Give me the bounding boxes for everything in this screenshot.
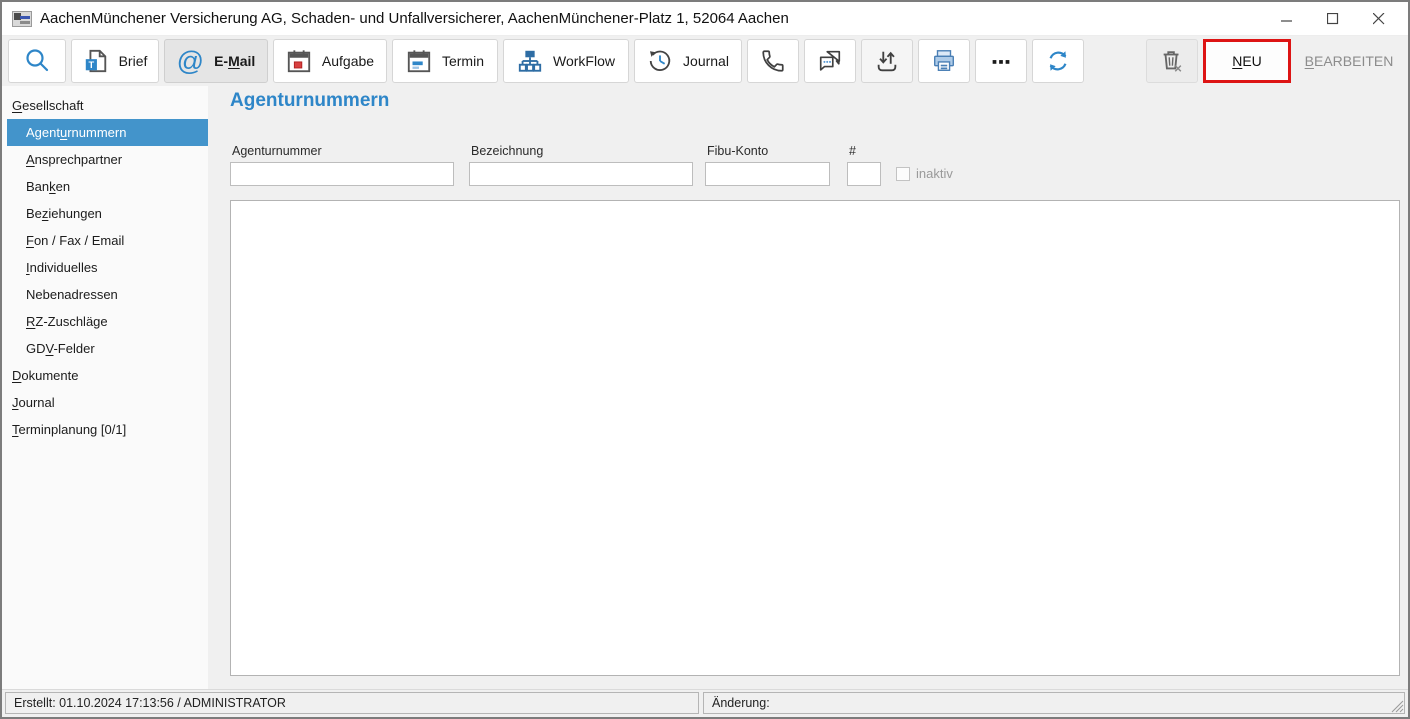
neu-button[interactable]: NEU (1203, 39, 1291, 83)
import-export-button[interactable] (861, 39, 913, 83)
workflow-icon (517, 48, 543, 74)
status-created: Erstellt: 01.10.2024 17:13:56 / ADMINIST… (5, 692, 699, 714)
sidebar-item-beziehungen[interactable]: Beziehungen (7, 200, 208, 227)
workflow-label: WorkFlow (553, 53, 615, 69)
bearbeiten-button[interactable]: BEARBEITEN (1296, 39, 1402, 83)
more-options-button[interactable] (975, 39, 1027, 83)
sidebar-item-banken[interactable]: Banken (7, 173, 208, 200)
sidebar-item-ansprechpartner[interactable]: Ansprechpartner (7, 146, 208, 173)
brief-button[interactable]: T Brief (71, 39, 159, 83)
close-button[interactable] (1356, 4, 1402, 34)
brief-label: Brief (119, 53, 148, 69)
sidebar-item-dokumente[interactable]: Dokumente (7, 362, 208, 389)
aufgabe-label: Aufgabe (322, 53, 374, 69)
minimize-icon (1281, 13, 1293, 25)
inaktiv-checkbox[interactable] (896, 167, 910, 181)
sidebar-item-gdv-felder[interactable]: GDV-Felder (7, 335, 208, 362)
journal-history-icon (647, 48, 673, 74)
fibu-konto-input[interactable] (705, 162, 830, 186)
status-bar: Erstellt: 01.10.2024 17:13:56 / ADMINIST… (2, 689, 1408, 717)
phone-button[interactable] (747, 39, 799, 83)
status-change: Änderung: (703, 692, 1405, 714)
sidebar-item-agenturnummern[interactable]: Agenturnummern (7, 119, 208, 146)
agenturnummern-list-panel[interactable] (230, 200, 1400, 676)
bezeichnung-label: Bezeichnung (471, 144, 543, 158)
email-button[interactable]: @ E-Mail (164, 39, 268, 83)
window-title: AachenMünchener Versicherung AG, Schaden… (40, 10, 789, 27)
delete-button[interactable] (1146, 39, 1198, 83)
nummer-input[interactable] (847, 162, 881, 186)
refresh-icon (1045, 48, 1071, 74)
fibu-konto-label: Fibu-Konto (707, 144, 768, 158)
appointment-calendar-icon (406, 48, 432, 74)
toolbar: T Brief @ E-Mail Aufgabe (2, 36, 1408, 86)
close-icon (1373, 13, 1385, 25)
letter-document-icon: T (83, 48, 109, 74)
delete-trash-icon (1159, 48, 1185, 74)
search-button[interactable] (8, 39, 66, 83)
bezeichnung-input[interactable] (469, 162, 693, 186)
aufgabe-button[interactable]: Aufgabe (273, 39, 387, 83)
sidebar-item-terminplanung[interactable]: Terminplanung [0/1] (7, 416, 208, 443)
journal-label: Journal (683, 53, 729, 69)
more-options-icon (988, 48, 1014, 74)
app-icon (12, 11, 32, 27)
sidebar-item-rz-zuschlaege[interactable]: RZ-Zuschläge (7, 308, 208, 335)
sidebar-item-individuelles[interactable]: Individuelles (7, 254, 208, 281)
workflow-button[interactable]: WorkFlow (503, 39, 629, 83)
maximize-icon (1327, 13, 1339, 25)
resize-grip[interactable] (1391, 700, 1404, 713)
search-icon (23, 47, 51, 75)
minimize-button[interactable] (1264, 4, 1310, 34)
email-at-icon: @ (177, 48, 204, 75)
termin-button[interactable]: Termin (392, 39, 498, 83)
app-window: AachenMünchener Versicherung AG, Schaden… (0, 0, 1410, 719)
termin-label: Termin (442, 53, 484, 69)
chat-icon (817, 48, 843, 74)
refresh-button[interactable] (1032, 39, 1084, 83)
sidebar-item-fon-fax-email[interactable]: Fon / Fax / Email (7, 227, 208, 254)
import-export-icon (874, 48, 900, 74)
main-content: Agenturnummern Agenturnummer Bezeichnung… (208, 86, 1408, 689)
sidebar-item-nebenadressen[interactable]: Nebenadressen (7, 281, 208, 308)
page-title: Agenturnummern (230, 90, 389, 112)
svg-text:T: T (88, 60, 94, 70)
inaktiv-label: inaktiv (916, 166, 953, 181)
sidebar: Gesellschaft Agenturnummern Ansprechpart… (2, 86, 208, 689)
maximize-button[interactable] (1310, 4, 1356, 34)
chat-button[interactable] (804, 39, 856, 83)
journal-button[interactable]: Journal (634, 39, 742, 83)
sidebar-item-gesellschaft[interactable]: Gesellschaft (7, 92, 208, 119)
phone-icon (760, 48, 786, 74)
sidebar-item-journal[interactable]: Journal (7, 389, 208, 416)
agenturnummer-input[interactable] (230, 162, 454, 186)
print-icon (931, 48, 957, 74)
neu-label: NEU (1232, 53, 1262, 69)
title-bar: AachenMünchener Versicherung AG, Schaden… (2, 2, 1408, 36)
nummer-label: # (849, 144, 856, 158)
email-label: E-Mail (214, 53, 255, 69)
agenturnummer-label: Agenturnummer (232, 144, 322, 158)
task-calendar-icon (286, 48, 312, 74)
bearbeiten-label: BEARBEITEN (1305, 53, 1394, 69)
print-button[interactable] (918, 39, 970, 83)
